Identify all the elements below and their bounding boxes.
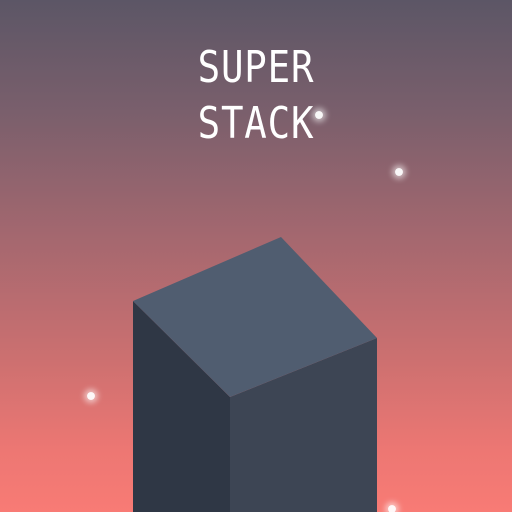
sparkle-3: [87, 392, 95, 400]
sparkle-2: [395, 168, 403, 176]
sparkle-4: [388, 505, 396, 512]
game-scene[interactable]: SUPER STACK: [0, 0, 512, 512]
sparkle-1: [315, 111, 323, 119]
tower: [133, 237, 377, 512]
